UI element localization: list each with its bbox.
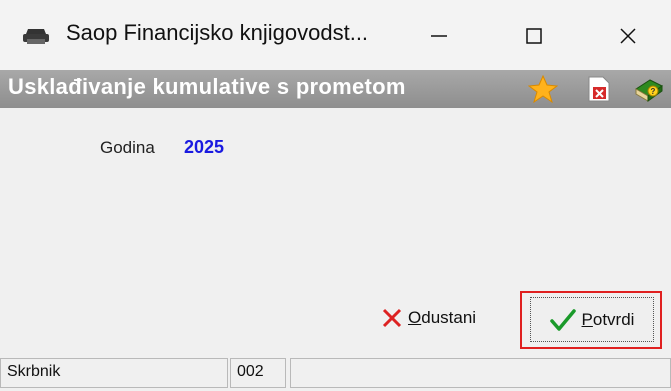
cancel-button[interactable]: Odustani xyxy=(380,302,476,334)
status-user: Skrbnik xyxy=(0,358,228,388)
window-titlebar: Saop Financijsko knjigovodst... xyxy=(0,0,671,70)
minimize-button[interactable] xyxy=(413,14,465,58)
star-icon[interactable] xyxy=(528,75,558,103)
maximize-icon xyxy=(526,28,542,44)
year-label: Godina xyxy=(100,138,155,157)
cancel-x-icon xyxy=(382,308,402,328)
status-bar: Skrbnik 002 xyxy=(0,356,671,391)
minimize-icon xyxy=(431,35,447,37)
close-button[interactable] xyxy=(602,14,654,58)
confirm-button[interactable]: Potvrdi xyxy=(530,297,654,342)
printer-app-icon xyxy=(23,29,49,44)
document-close-icon[interactable] xyxy=(584,75,614,103)
year-value[interactable]: 2025 xyxy=(184,137,224,158)
checkmark-icon xyxy=(549,308,576,331)
window-title: Saop Financijsko knjigovodst... xyxy=(66,20,369,45)
status-code: 002 xyxy=(230,358,286,388)
maximize-button[interactable] xyxy=(508,14,560,58)
form-title: Usklađivanje kumulative s prometom xyxy=(8,74,406,99)
form-header: Usklađivanje kumulative s prometom ? xyxy=(0,70,671,108)
status-info xyxy=(290,358,671,388)
cancel-label: Odustani xyxy=(408,308,477,327)
form-content xyxy=(8,108,663,288)
confirm-label: Potvrdi xyxy=(581,309,635,329)
close-icon xyxy=(620,28,636,44)
help-book-icon[interactable]: ? xyxy=(634,75,664,103)
svg-text:?: ? xyxy=(651,87,656,96)
